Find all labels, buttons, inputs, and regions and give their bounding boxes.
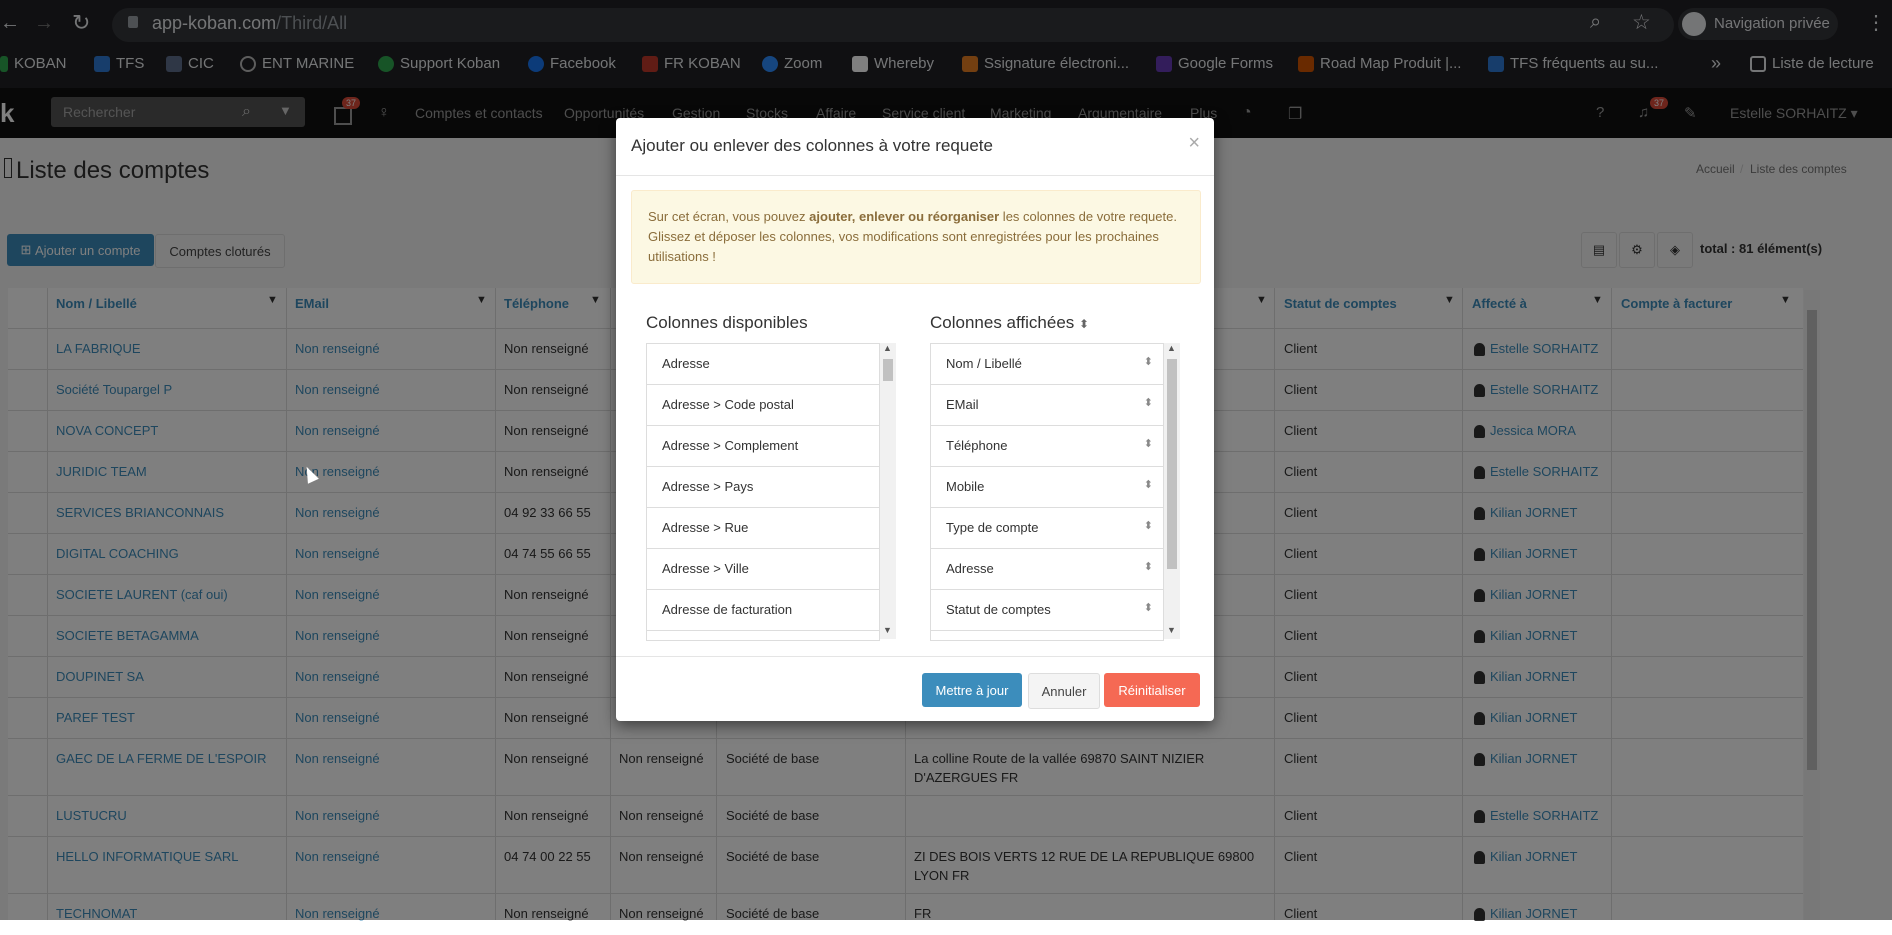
displayed-title-text: Colonnes affichées [930, 313, 1075, 332]
column-item-label: Nom / Libellé [946, 356, 1022, 371]
column-item-label: Adresse > Rue [662, 520, 749, 535]
scroll-up-icon[interactable]: ▲ [1167, 343, 1176, 353]
available-column-item[interactable]: Adresse > Rue [647, 508, 879, 549]
available-column-item[interactable]: Adresse > Code postal [647, 385, 879, 426]
available-column-item[interactable]: Adresse de facturation [647, 590, 879, 631]
column-item-label: EMail [946, 397, 979, 412]
available-scroll-thumb[interactable] [883, 359, 893, 381]
column-item-label: Adresse > Ville [662, 561, 749, 576]
column-item-label: Adresse > Code postal [662, 397, 794, 412]
modal-divider [616, 175, 1214, 176]
displayed-column-item[interactable]: Téléphone ⬍ [931, 426, 1163, 467]
drag-sort-icon[interactable]: ⬍ [1144, 601, 1153, 614]
displayed-column-item[interactable]: EMail ⬍ [931, 385, 1163, 426]
column-item-label: Adresse [662, 356, 710, 371]
available-column-item[interactable]: Adresse > Ville [647, 549, 879, 590]
column-item-label: Téléphone [946, 438, 1008, 453]
displayed-columns-list[interactable]: Nom / Libellé ⬍ EMail ⬍ Téléphone ⬍ Mobile ⬍ Typ… [930, 343, 1164, 641]
scroll-down-icon[interactable]: ▼ [883, 625, 892, 635]
displayed-column-item[interactable]: Nom / Libellé ⬍ [931, 344, 1163, 385]
drag-sort-icon[interactable]: ⬍ [1144, 560, 1153, 573]
sort-icon: ⬍ [1079, 317, 1090, 331]
column-item-label: Adresse > Complement [662, 438, 799, 453]
displayed-scroll-thumb[interactable] [1167, 359, 1177, 569]
drag-sort-icon[interactable]: ⬍ [1144, 355, 1153, 368]
reset-button[interactable]: Réinitialiser [1104, 673, 1200, 707]
displayed-column-item[interactable]: Type de compte ⬍ [931, 508, 1163, 549]
close-icon[interactable]: × [1188, 132, 1200, 155]
column-item-label: Statut de comptes [946, 602, 1051, 617]
info-alert: Sur cet écran, vous pouvez ajouter, enle… [631, 190, 1201, 284]
available-scrollbar[interactable]: ▲ ▼ [880, 343, 896, 639]
scroll-up-icon[interactable]: ▲ [883, 343, 892, 353]
drag-sort-icon[interactable]: ⬍ [1144, 478, 1153, 491]
drag-sort-icon[interactable]: ⬍ [1144, 519, 1153, 532]
column-item-label: Adresse > Pays [662, 479, 754, 494]
columns-modal: Ajouter ou enlever des colonnes à votre … [616, 118, 1214, 721]
displayed-columns-title: Colonnes affichées ⬍ [930, 313, 1089, 333]
column-item-label: Adresse de facturation [662, 602, 793, 617]
available-column-item[interactable]: Adresse > Complement [647, 426, 879, 467]
scroll-down-icon[interactable]: ▼ [1167, 625, 1176, 635]
displayed-column-item[interactable]: Mobile ⬍ [931, 467, 1163, 508]
column-item-label: Mobile [946, 479, 985, 494]
drag-sort-icon[interactable]: ⬍ [1144, 396, 1153, 409]
displayed-column-item[interactable]: Statut de comptes ⬍ [931, 590, 1163, 631]
available-column-item[interactable]: Adresse [647, 344, 879, 385]
alert-text: Sur cet écran, vous pouvez ajouter, enle… [648, 207, 1188, 267]
available-columns-list[interactable]: Adresse Adresse > Code postal Adresse > Co… [646, 343, 880, 641]
modal-footer-divider [616, 656, 1214, 657]
modal-title: Ajouter ou enlever des colonnes à votre … [631, 136, 993, 155]
update-button[interactable]: Mettre à jour [922, 673, 1022, 707]
column-item-label: Type de compte [946, 520, 1039, 535]
displayed-column-item[interactable]: Adresse ⬍ [931, 549, 1163, 590]
displayed-scrollbar[interactable]: ▲ ▼ [1164, 343, 1180, 639]
column-item-label: Adresse [946, 561, 994, 576]
cancel-button[interactable]: Annuler [1028, 673, 1100, 709]
available-column-item[interactable]: Adresse > Pays [647, 467, 879, 508]
alert-text-start: Sur cet écran, vous pouvez [648, 209, 810, 224]
drag-sort-icon[interactable]: ⬍ [1144, 437, 1153, 450]
alert-text-bold: ajouter, enlever ou réorganiser [809, 209, 1000, 224]
available-columns-title: Colonnes disponibles [646, 313, 808, 332]
